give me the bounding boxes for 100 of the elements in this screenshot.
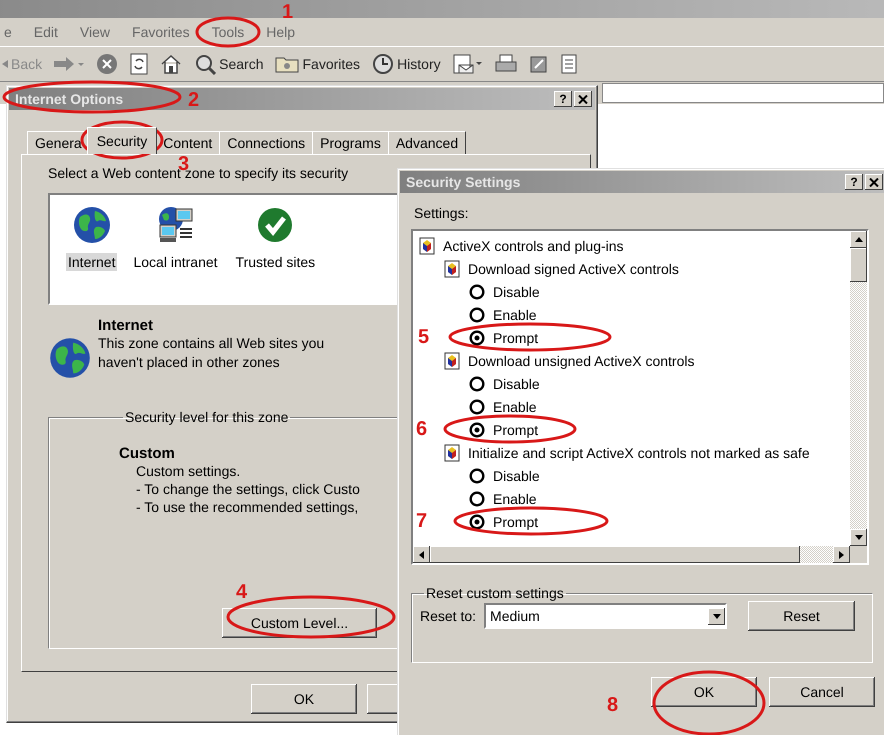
level-description: - To change the settings, click Custo xyxy=(135,480,360,498)
toolbar-button[interactable] xyxy=(160,54,182,74)
setting-label: ActiveX controls and plug-ins xyxy=(443,238,624,254)
option-label: Enable xyxy=(493,398,537,414)
menu-item[interactable]: Help xyxy=(266,24,296,40)
radio-button[interactable] xyxy=(469,422,485,438)
tab[interactable]: Connections xyxy=(219,131,314,154)
close-button[interactable] xyxy=(574,91,592,107)
toolbar-button[interactable] xyxy=(528,54,549,74)
option-label: Disable xyxy=(493,376,540,392)
printer-icon xyxy=(494,54,517,74)
tab[interactable]: Programs xyxy=(312,131,389,154)
address-field[interactable] xyxy=(602,83,884,103)
step-number: 4 xyxy=(236,582,248,602)
close-button[interactable] xyxy=(865,174,883,190)
radio-button[interactable] xyxy=(469,468,485,484)
toolbar-button[interactable] xyxy=(494,54,517,74)
reset-label: Reset to: xyxy=(420,608,476,624)
option-label: Disable xyxy=(493,284,540,300)
setting-label: Initialize and script ActiveX controls not marked as safe xyxy=(468,444,810,460)
left-arrow-icon xyxy=(419,550,424,558)
step-number: 6 xyxy=(416,419,428,439)
radio-button[interactable] xyxy=(469,330,485,346)
dialog-button[interactable]: OK xyxy=(651,677,757,707)
scroll-thumb[interactable] xyxy=(430,546,800,563)
window-title: Internet Options xyxy=(15,91,124,107)
radio-button[interactable] xyxy=(469,514,485,530)
toolbar-button[interactable] xyxy=(560,54,577,74)
ok-button[interactable]: OK xyxy=(251,684,357,714)
annotation-ellipse xyxy=(196,16,260,48)
close-icon xyxy=(869,178,879,186)
zone-item[interactable]: Local intranet xyxy=(131,253,220,271)
radio-button[interactable] xyxy=(469,490,485,506)
setting-icon xyxy=(444,352,460,370)
mail-icon xyxy=(452,53,483,75)
menu-item[interactable]: Edit xyxy=(34,24,58,40)
help-button[interactable]: ? xyxy=(554,91,572,107)
option-label: Prompt xyxy=(493,330,538,346)
step-number: 2 xyxy=(188,90,200,110)
up-arrow-icon xyxy=(854,237,862,242)
step-number: 8 xyxy=(607,695,618,715)
level-description: - To use the recommended settings, xyxy=(135,498,358,516)
menu-item[interactable]: Favorites xyxy=(132,24,190,40)
setting-label: Download unsigned ActiveX controls xyxy=(468,352,694,368)
radio-button[interactable] xyxy=(469,398,485,414)
group-title: Security level for this zone xyxy=(124,409,290,425)
folder-icon xyxy=(275,55,300,73)
edit-icon xyxy=(528,54,549,74)
radio-button[interactable] xyxy=(469,376,485,392)
menu-item[interactable]: View xyxy=(80,24,110,40)
reset-dropdown[interactable]: Medium xyxy=(484,603,728,629)
setting-icon xyxy=(444,260,460,278)
step-number: 7 xyxy=(416,511,428,531)
option-label: Enable xyxy=(493,490,537,506)
vertical-scrollbar[interactable] xyxy=(850,231,867,546)
option-label: Prompt xyxy=(493,422,538,438)
radio-button[interactable] xyxy=(469,284,485,300)
setting-label: Download signed ActiveX controls xyxy=(468,260,679,276)
forward-arrow-icon xyxy=(54,56,84,72)
option-label: Disable xyxy=(493,468,540,484)
toolbar-button[interactable] xyxy=(96,53,118,75)
scroll-thumb[interactable] xyxy=(850,248,867,282)
search-icon xyxy=(194,53,216,75)
toolbar-button[interactable]: Search xyxy=(194,53,264,75)
zone-name: Internet xyxy=(98,317,154,334)
group-title: Reset custom settings xyxy=(425,585,565,601)
right-arrow-icon xyxy=(839,550,844,558)
option-label: Enable xyxy=(493,306,537,322)
globe-icon xyxy=(48,336,92,380)
clock-icon xyxy=(372,53,394,75)
toolbar-button[interactable] xyxy=(130,53,148,75)
setting-icon xyxy=(444,444,460,462)
toolbar-button[interactable] xyxy=(452,53,483,75)
zone-description: This zone contains all Web sites you haven't placed in other zones xyxy=(98,334,326,372)
settings-label: Settings: xyxy=(414,205,470,221)
stop-icon xyxy=(96,53,118,75)
help-button[interactable]: ? xyxy=(845,174,863,190)
setting-icon xyxy=(419,236,435,254)
custom-level-button[interactable]: Custom Level... xyxy=(222,608,377,638)
radio-button[interactable] xyxy=(469,306,485,322)
dropdown-arrow-icon xyxy=(712,614,721,618)
horizontal-scrollbar[interactable] xyxy=(413,546,850,563)
refresh-icon xyxy=(130,53,148,75)
scrollbar-corner xyxy=(850,546,867,563)
zone-item[interactable]: Internet xyxy=(66,253,118,271)
dialog-button[interactable]: Cancel xyxy=(769,677,875,707)
toolbar-button[interactable]: Favorites xyxy=(275,55,360,73)
step-number: 1 xyxy=(282,2,294,22)
down-arrow-icon xyxy=(854,535,862,540)
toolbar-button[interactable]: History xyxy=(372,53,441,75)
menu-item[interactable]: e xyxy=(4,24,12,40)
tab[interactable]: Security xyxy=(86,127,158,154)
document-icon xyxy=(560,54,577,74)
menu-item[interactable]: Tools xyxy=(212,24,244,40)
tab[interactable]: Advanced xyxy=(388,131,466,154)
zone-item[interactable]: Trusted sites xyxy=(234,253,318,271)
step-number: 5 xyxy=(418,327,430,347)
level-name: Custom xyxy=(119,445,175,462)
reset-button[interactable]: Reset xyxy=(748,601,856,631)
home-icon xyxy=(160,54,182,74)
